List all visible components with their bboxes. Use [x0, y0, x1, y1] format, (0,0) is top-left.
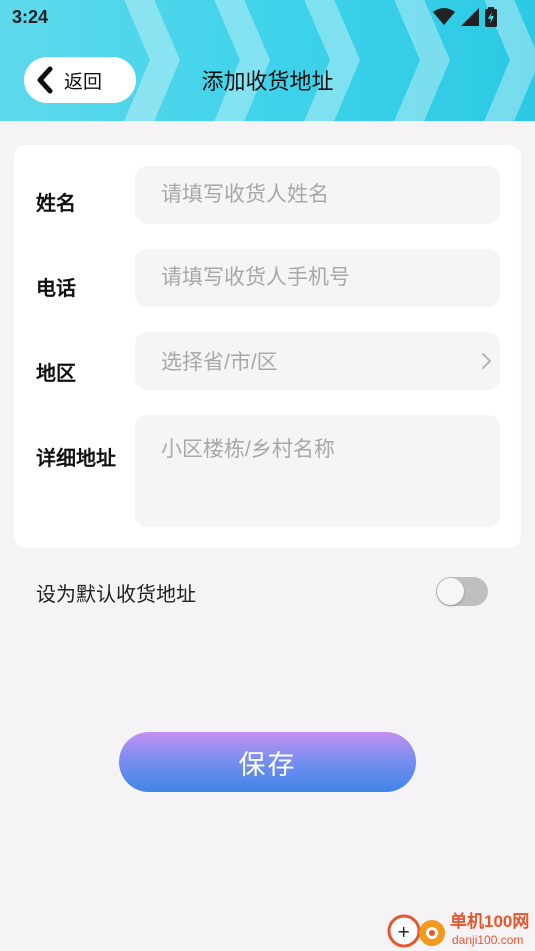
- toggle-knob: [437, 578, 464, 605]
- watermark-logo-icon: +: [387, 914, 445, 948]
- status-time: 3:24: [12, 7, 49, 27]
- detail-address-input[interactable]: [135, 415, 500, 527]
- status-icons: [433, 7, 497, 27]
- svg-text:+: +: [397, 922, 410, 941]
- region-selector[interactable]: 选择省/市/区: [135, 332, 500, 390]
- status-bar: 3:24: [0, 0, 535, 36]
- phone-label: 电话: [36, 278, 76, 300]
- header-bar: 3:24 返回 添加收货地址: [0, 0, 535, 121]
- watermark-title: 单机100网: [450, 912, 530, 931]
- default-address-toggle[interactable]: [436, 577, 488, 606]
- detail-address-label: 详细地址: [36, 448, 116, 470]
- region-placeholder: 选择省/市/区: [161, 351, 278, 374]
- watermark-url: danji100.com: [452, 933, 524, 947]
- address-form-card: 姓名 电话 地区 选择省/市/区 详细地址: [14, 145, 521, 548]
- phone-input[interactable]: [135, 249, 500, 307]
- name-input[interactable]: [135, 166, 500, 224]
- battery-charging-icon: [485, 7, 497, 27]
- default-address-label: 设为默认收货地址: [36, 584, 196, 606]
- page-title: 添加收货地址: [201, 69, 334, 94]
- save-button[interactable]: 保存: [119, 732, 416, 792]
- name-label: 姓名: [36, 193, 76, 215]
- region-label: 地区: [36, 363, 76, 385]
- chevron-right-icon: [482, 353, 491, 369]
- cellular-signal-icon: [461, 8, 479, 26]
- watermark: + 单机100网 danji100.com: [386, 907, 535, 951]
- wifi-icon: [433, 8, 455, 25]
